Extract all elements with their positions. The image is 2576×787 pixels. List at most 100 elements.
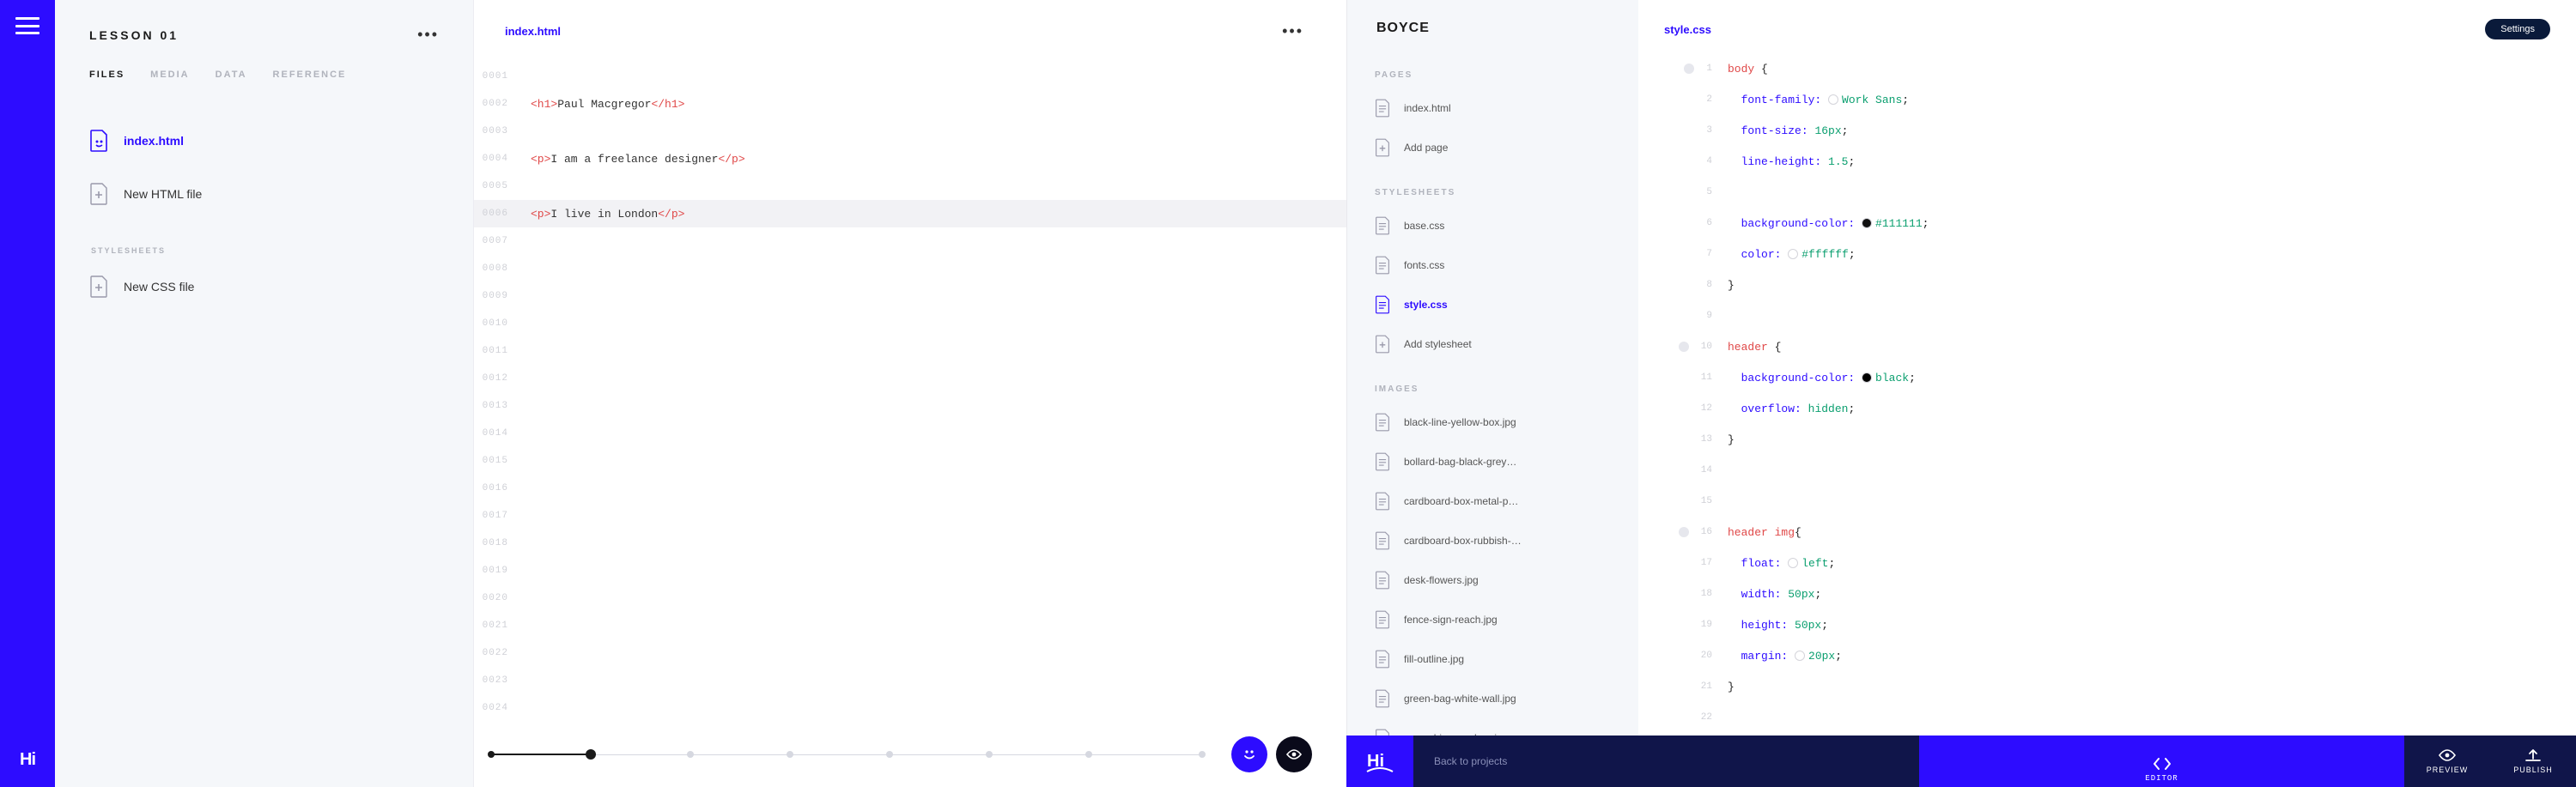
- css-line[interactable]: 19 height: 50px;: [1638, 609, 2576, 640]
- file-item-index[interactable]: index.html: [81, 114, 447, 167]
- app-logo[interactable]: Hi: [20, 750, 35, 770]
- css-line-content: background-color: black;: [1728, 372, 1916, 384]
- sidebar-item[interactable]: green-bag-white-wall.jpg: [1364, 679, 1621, 718]
- sidebar-item[interactable]: Add stylesheet: [1364, 324, 1621, 364]
- editor-line[interactable]: 0020: [474, 584, 1346, 612]
- editor-line[interactable]: 0009: [474, 282, 1346, 310]
- fold-icon[interactable]: [1679, 342, 1689, 352]
- footer-preview-button[interactable]: PREVIEW: [2404, 736, 2490, 787]
- more-icon[interactable]: •••: [417, 26, 439, 44]
- sidebar-item-label: Add stylesheet: [1404, 338, 1472, 350]
- css-line[interactable]: 7 color: #ffffff;: [1638, 239, 2576, 269]
- editor-line[interactable]: 0002<h1>Paul Macgregor</h1>: [474, 90, 1346, 118]
- editor-line[interactable]: 0005: [474, 173, 1346, 200]
- file-icon: [1373, 97, 1392, 119]
- sidebar-item[interactable]: fence-sign-reach.jpg: [1364, 600, 1621, 639]
- css-line[interactable]: 18 width: 50px;: [1638, 578, 2576, 609]
- css-line[interactable]: 22: [1638, 702, 2576, 733]
- settings-button[interactable]: Settings: [2485, 19, 2550, 39]
- editor-line[interactable]: 0019: [474, 557, 1346, 584]
- sidebar-item[interactable]: fonts.css: [1364, 245, 1621, 285]
- css-line-content: body {: [1728, 63, 1768, 76]
- gutter: 2: [1638, 94, 1728, 105]
- editor-line[interactable]: 0017: [474, 502, 1346, 530]
- sidebar-item[interactable]: desk-flowers.jpg: [1364, 560, 1621, 600]
- css-line[interactable]: 6 background-color: #111111;: [1638, 208, 2576, 239]
- tab-reference[interactable]: REFERENCE: [273, 70, 347, 80]
- footer-publish-button[interactable]: PUBLISH: [2490, 736, 2576, 787]
- sidebar-item[interactable]: cardboard-box-rubbish-…: [1364, 521, 1621, 560]
- sidebar-item[interactable]: cardboard-box-metal-p…: [1364, 481, 1621, 521]
- html-code-editor[interactable]: 00010002<h1>Paul Macgregor</h1>00030004<…: [474, 45, 1346, 722]
- footer-logo[interactable]: Hi: [1346, 736, 1413, 787]
- editor-line[interactable]: 0001: [474, 63, 1346, 90]
- editor-line[interactable]: 0012: [474, 365, 1346, 392]
- back-to-projects[interactable]: Back to projects: [1413, 736, 1919, 787]
- editor-more-icon[interactable]: •••: [1282, 22, 1303, 40]
- sidebar-item-label: green-bag-white-wall.jpg: [1404, 693, 1516, 705]
- css-line[interactable]: 13}: [1638, 424, 2576, 455]
- css-line[interactable]: 12 overflow: hidden;: [1638, 393, 2576, 424]
- sidebar-item[interactable]: black-line-yellow-box.jpg: [1364, 403, 1621, 442]
- editor-line[interactable]: 0004<p>I am a freelance designer</p>: [474, 145, 1346, 173]
- preview-button[interactable]: [1276, 736, 1312, 772]
- editor-line[interactable]: 0003: [474, 118, 1346, 145]
- editor-line[interactable]: 0011: [474, 337, 1346, 365]
- css-line[interactable]: 1body {: [1638, 53, 2576, 84]
- editor-line[interactable]: 0013: [474, 392, 1346, 420]
- tab-data[interactable]: DATA: [216, 70, 247, 80]
- sidebar-item[interactable]: fill-outline.jpg: [1364, 639, 1621, 679]
- fold-icon[interactable]: [1679, 527, 1689, 537]
- css-line[interactable]: 5: [1638, 177, 2576, 208]
- lesson-progress[interactable]: [491, 737, 1202, 772]
- gutter: 12: [1638, 403, 1728, 414]
- css-line[interactable]: 21}: [1638, 671, 2576, 702]
- upload-icon: [2524, 748, 2543, 762]
- css-line[interactable]: 15: [1638, 486, 2576, 517]
- sidebar-item[interactable]: index.html: [1364, 88, 1621, 128]
- feedback-button[interactable]: [1231, 736, 1267, 772]
- editor-line[interactable]: 0023: [474, 667, 1346, 694]
- line-number: 0023: [474, 675, 531, 686]
- editor-line[interactable]: 0010: [474, 310, 1346, 337]
- new-html-file[interactable]: New HTML file: [81, 167, 447, 221]
- sidebar-item[interactable]: base.css: [1364, 206, 1621, 245]
- sidebar-item[interactable]: green-bin-grey-bag.jpg: [1364, 718, 1621, 736]
- css-line[interactable]: 14: [1638, 455, 2576, 486]
- file-icon: [89, 130, 108, 152]
- css-line[interactable]: 2 font-family: Work Sans;: [1638, 84, 2576, 115]
- css-line[interactable]: 8}: [1638, 269, 2576, 300]
- file-icon: [1373, 687, 1392, 710]
- css-code-editor[interactable]: 1body {2 font-family: Work Sans;3 font-s…: [1638, 48, 2576, 733]
- tab-media[interactable]: MEDIA: [150, 70, 189, 80]
- sidebar-item[interactable]: Add page: [1364, 128, 1621, 167]
- css-line[interactable]: 17 float: left;: [1638, 548, 2576, 578]
- css-line[interactable]: 20 margin: 20px;: [1638, 640, 2576, 671]
- line-number: 0013: [474, 401, 531, 411]
- tab-files[interactable]: FILES: [89, 70, 125, 80]
- editor-line[interactable]: 0022: [474, 639, 1346, 667]
- editor-line[interactable]: 0021: [474, 612, 1346, 639]
- css-line[interactable]: 16header img{: [1638, 517, 2576, 548]
- editor-line[interactable]: 0008: [474, 255, 1346, 282]
- new-css-file[interactable]: New CSS file: [81, 260, 447, 313]
- editor-line[interactable]: 0024: [474, 694, 1346, 722]
- editor-line[interactable]: 0014: [474, 420, 1346, 447]
- sidebar-item[interactable]: style.css: [1364, 285, 1621, 324]
- menu-icon[interactable]: [15, 17, 39, 34]
- project-footer: Hi Back to projects EDITOR PREVIEW PUBLI…: [1346, 736, 2576, 787]
- css-line[interactable]: 9: [1638, 300, 2576, 331]
- editor-line[interactable]: 0016: [474, 475, 1346, 502]
- editor-line[interactable]: 0006<p>I live in London</p>: [474, 200, 1346, 227]
- editor-line[interactable]: 0018: [474, 530, 1346, 557]
- editor-line[interactable]: 0007: [474, 227, 1346, 255]
- editor-line[interactable]: 0015: [474, 447, 1346, 475]
- css-line[interactable]: 10header {: [1638, 331, 2576, 362]
- css-line[interactable]: 4 line-height: 1.5;: [1638, 146, 2576, 177]
- css-line[interactable]: 11 background-color: black;: [1638, 362, 2576, 393]
- fold-icon[interactable]: [1684, 64, 1694, 74]
- sidebar-item[interactable]: bollard-bag-black-grey…: [1364, 442, 1621, 481]
- gutter: 13: [1638, 434, 1728, 445]
- css-line[interactable]: 3 font-size: 16px;: [1638, 115, 2576, 146]
- footer-editor-button[interactable]: EDITOR: [1919, 736, 2404, 787]
